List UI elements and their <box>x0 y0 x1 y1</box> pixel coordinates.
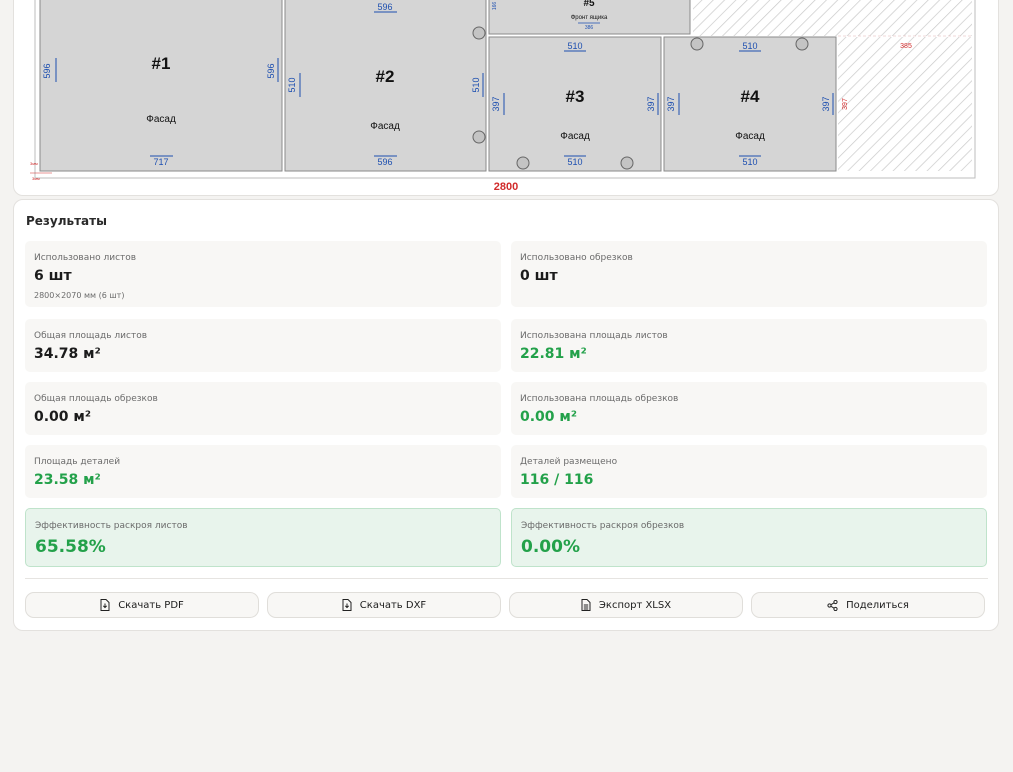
edge-mark-left: 3мм <box>30 161 38 166</box>
stat-label: Деталей размещено <box>520 457 618 467</box>
part-4[interactable]: 510 #4 Фасад 510 397 397 <box>663 36 837 172</box>
part-1-id: #1 <box>152 54 171 73</box>
part-2-top-dim: 596 <box>377 2 392 12</box>
part-2-id: #2 <box>376 67 395 86</box>
stat-label: Использована площадь листов <box>520 331 668 341</box>
stat-used-sheet-area: Использована площадь листов 22.81 м² <box>511 319 987 372</box>
stat-total-offcut-area: Общая площадь обрезков 0.00 м² <box>25 382 501 435</box>
stat-label: Общая площадь обрезков <box>34 394 158 404</box>
results-divider <box>25 578 988 579</box>
stat-sheets-used: Использовано листов 6 шт 2800×2070 мм (6… <box>25 241 501 307</box>
stat-parts-placed: Деталей размещено 116 / 116 <box>511 445 987 498</box>
part-1[interactable]: #1 Фасад 717 596 596 <box>39 0 283 172</box>
part-3-id: #3 <box>566 87 585 106</box>
waste-area-top <box>693 0 972 36</box>
download-pdf-label: Скачать PDF <box>118 599 184 611</box>
share-icon <box>827 599 838 611</box>
export-xlsx-label: Экспорт XLSX <box>598 599 672 611</box>
results-title: Результаты <box>26 214 107 228</box>
stat-value: 22.81 м² <box>520 346 587 362</box>
part-1-label: Фасад <box>146 114 176 125</box>
edge-mark-bottom: 3мм <box>32 176 40 181</box>
stat-value: 0.00 м² <box>34 409 91 425</box>
download-pdf-button[interactable]: Скачать PDF <box>25 592 259 618</box>
part-2-height-dim-left: 510 <box>287 77 297 92</box>
part-4-height-dim-right: 397 <box>821 96 831 111</box>
stat-offcut-efficiency: Эффективность раскроя обрезков 0.00% <box>511 508 987 567</box>
part-1-height-dim-left: 596 <box>42 63 52 78</box>
stat-label: Использована площадь обрезков <box>520 394 679 404</box>
spreadsheet-icon <box>581 599 591 611</box>
share-button[interactable]: Поделиться <box>751 592 985 618</box>
stat-label: Эффективность раскроя обрезков <box>521 521 685 531</box>
part-1-height-dim-right: 596 <box>266 63 276 78</box>
stat-value: 6 шт <box>34 268 72 284</box>
part-4-label: Фасад <box>735 131 765 142</box>
hinge-hole <box>620 156 634 170</box>
part-4-top-dim: 510 <box>742 41 757 51</box>
part-2-label: Фасад <box>370 121 400 132</box>
part-1-width-dim: 717 <box>153 157 168 167</box>
stat-value: 65.58% <box>35 537 106 557</box>
part-4-height-dim-left: 397 <box>666 96 676 111</box>
part-3-label: Фасад <box>560 131 590 142</box>
part-3-width-dim: 510 <box>567 157 582 167</box>
file-download-icon <box>342 599 352 611</box>
waste-dim-385: 385 <box>900 43 912 50</box>
hinge-hole <box>690 37 704 51</box>
stat-offcuts-used: Использовано обрезков 0 шт <box>511 241 987 307</box>
stat-value: 0.00 м² <box>520 409 577 425</box>
stat-value: 23.58 м² <box>34 472 101 488</box>
hinge-hole <box>795 37 809 51</box>
stat-used-offcut-area: Использована площадь обрезков 0.00 м² <box>511 382 987 435</box>
part-5[interactable]: #5 Фронт ящика 386 166 <box>488 0 691 35</box>
part-5-label: Фронт ящика <box>571 15 608 21</box>
hinge-hole <box>516 156 530 170</box>
part-4-width-dim: 510 <box>742 157 757 167</box>
part-3-height-dim-right: 397 <box>646 96 656 111</box>
stat-label: Площадь деталей <box>34 457 121 467</box>
stat-sub: 2800×2070 мм (6 шт) <box>34 291 125 300</box>
part-2[interactable]: 596 #2 Фасад 596 510 510 <box>284 0 487 172</box>
part-5-height-dim: 166 <box>492 2 498 11</box>
part-2-width-dim: 596 <box>377 157 392 167</box>
cutting-sheet-diagram: 385 397 166 #1 Фасад 717 596 596 596 #2 … <box>30 0 976 193</box>
stat-label: Использовано обрезков <box>520 253 633 263</box>
download-dxf-button[interactable]: Скачать DXF <box>267 592 501 618</box>
stat-sheet-efficiency: Эффективность раскроя листов 65.58% <box>25 508 501 567</box>
part-1-rect <box>39 0 283 172</box>
download-dxf-label: Скачать DXF <box>359 599 427 611</box>
stat-value: 116 / 116 <box>520 472 594 488</box>
stat-parts-area: Площадь деталей 23.58 м² <box>25 445 501 498</box>
part-3-height-dim-left: 397 <box>491 96 501 111</box>
part-2-height-dim-right: 510 <box>471 77 481 92</box>
part-4-id: #4 <box>741 87 760 106</box>
share-label: Поделиться <box>846 599 909 611</box>
hinge-hole <box>472 130 486 144</box>
stat-label: Использовано листов <box>34 253 137 263</box>
waste-area-right <box>838 37 972 171</box>
part-3-top-dim: 510 <box>567 41 582 51</box>
file-download-icon <box>100 599 110 611</box>
stat-value: 0.00% <box>521 537 580 557</box>
hinge-hole <box>472 26 486 40</box>
stat-label: Эффективность раскроя листов <box>35 521 188 531</box>
export-xlsx-button[interactable]: Экспорт XLSX <box>509 592 743 618</box>
stat-total-sheet-area: Общая площадь листов 34.78 м² <box>25 319 501 372</box>
part-5-id: #5 <box>583 0 595 9</box>
stat-value: 34.78 м² <box>34 346 101 362</box>
total-length-dim: 2800 <box>494 181 518 193</box>
waste-dim-397: 397 <box>842 98 849 110</box>
results-card: Результаты Использовано листов 6 шт 2800… <box>13 199 999 631</box>
stat-label: Общая площадь листов <box>34 331 148 341</box>
part-5-width-dim: 386 <box>585 25 594 31</box>
stat-value: 0 шт <box>520 268 558 284</box>
part-3[interactable]: 510 #3 Фасад 510 397 397 <box>488 36 662 172</box>
